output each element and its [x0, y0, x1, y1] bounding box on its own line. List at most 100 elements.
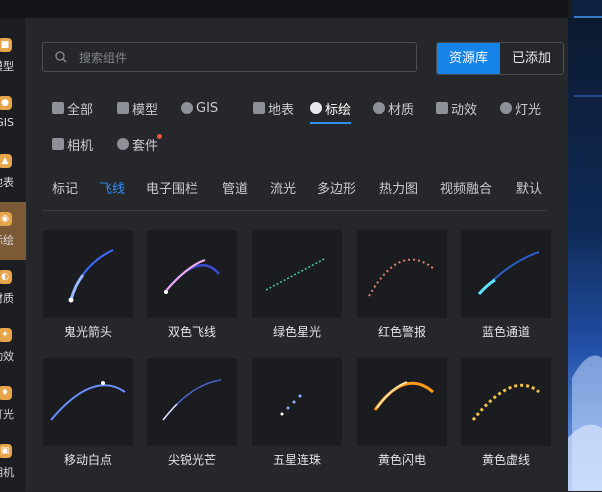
category-label: GIS: [196, 100, 219, 116]
asset-card[interactable]: 蓝色通道: [461, 230, 551, 354]
rail-item-plot[interactable]: ◉ 标绘: [0, 202, 26, 260]
category-light[interactable]: 灯光: [500, 98, 541, 118]
asset-card[interactable]: 鬼光箭头: [43, 230, 133, 354]
surface-icon: ▲: [0, 154, 12, 168]
asset-label: 鬼光箭头: [63, 325, 112, 339]
material-icon: [373, 102, 385, 114]
surface-icon: [253, 102, 265, 114]
asset-label: 移动白点: [63, 453, 112, 467]
subtab-default[interactable]: 默认: [516, 178, 542, 197]
category-label: 动效: [451, 102, 478, 118]
asset-card[interactable]: 双色飞线: [147, 230, 237, 354]
search-icon: [55, 51, 67, 63]
category-label: 相机: [67, 138, 94, 154]
category-label: 模型: [132, 102, 159, 118]
asset-card[interactable]: 黄色虚线: [461, 358, 551, 482]
rail-item-light[interactable]: ♦ 灯光: [0, 376, 26, 434]
category-camera[interactable]: 相机: [52, 134, 93, 154]
category-all[interactable]: 全部: [52, 98, 93, 118]
asset-label: 尖锐光芒: [167, 453, 216, 467]
subtab-fence[interactable]: 电子围栏: [146, 178, 198, 197]
search-input[interactable]: [77, 43, 401, 73]
asset-label: 五星连珠: [272, 453, 321, 467]
rail-label: GIS: [0, 116, 14, 129]
material-icon: ◐: [0, 270, 12, 284]
subtab-heatmap[interactable]: 热力图: [379, 178, 418, 197]
subtab-polygon[interactable]: 多边形: [317, 178, 356, 197]
asset-thumbnail: [357, 358, 447, 446]
asset-label: 黄色闪电: [377, 453, 426, 467]
gis-icon: ●: [0, 96, 12, 110]
rail-item-camera[interactable]: ▣ 相机: [0, 434, 26, 492]
model-icon: ■: [0, 38, 12, 52]
category-model[interactable]: 模型: [117, 98, 158, 118]
asset-card[interactable]: 五星连珠: [252, 358, 342, 482]
rail-item-surface[interactable]: ▲ 地表: [0, 144, 26, 202]
asset-label: 双色飞线: [167, 325, 216, 339]
category-kit[interactable]: 套件: [117, 134, 158, 154]
camera-icon: [52, 138, 64, 150]
star-icon: [436, 102, 448, 114]
asset-label: 黄色虚线: [481, 453, 530, 467]
asset-thumbnail: [252, 358, 342, 446]
light-icon: ♦: [0, 386, 12, 400]
rail-item-gis[interactable]: ● GIS: [0, 86, 26, 144]
category-plot[interactable]: 标绘: [310, 98, 352, 124]
new-badge: [157, 134, 162, 139]
component-panel: 资源库 已添加 全部 模型 GIS 地表 标绘 材质 动效 灯光 相机: [27, 18, 568, 491]
asset-thumbnail: [147, 230, 237, 318]
category-gis[interactable]: GIS: [181, 98, 218, 118]
effect-icon: ✦: [0, 328, 12, 342]
asset-thumbnail: [461, 230, 551, 318]
rail-label: 相机: [0, 466, 14, 479]
rail-label: 地表: [0, 176, 14, 189]
category-label: 灯光: [515, 102, 542, 118]
model-icon: [117, 102, 129, 114]
top-bar-dark: [0, 0, 568, 18]
category-label: 标绘: [325, 102, 352, 118]
asset-thumbnail: [147, 358, 237, 446]
camera-icon: ▣: [0, 444, 12, 458]
category-label: 材质: [388, 102, 415, 118]
category-label: 全部: [67, 102, 94, 118]
rail-label: 模型: [0, 60, 14, 73]
subtab-flyline[interactable]: 飞线: [99, 178, 125, 197]
asset-thumbnail: [461, 358, 551, 446]
asset-thumbnail: [252, 230, 342, 318]
subtab-marker[interactable]: 标记: [52, 178, 78, 197]
subtab-video-fusion[interactable]: 视频融合: [440, 178, 492, 197]
subtab-streamer[interactable]: 流光: [270, 178, 296, 197]
rail-item-effect[interactable]: ✦ 动效: [0, 318, 26, 376]
asset-card[interactable]: 尖锐光芒: [147, 358, 237, 482]
asset-card[interactable]: 移动白点: [43, 358, 133, 482]
category-effect[interactable]: 动效: [436, 98, 477, 118]
asset-label: 红色警报: [377, 325, 426, 339]
subtab-pipe[interactable]: 管道: [222, 178, 248, 197]
asset-card[interactable]: 红色警报: [357, 230, 447, 354]
rail-label: 材质: [0, 292, 14, 305]
rail-label: 标绘: [0, 234, 14, 247]
library-toggle: 资源库 已添加: [436, 42, 564, 75]
location-pin-icon: [310, 102, 322, 114]
bulb-icon: [500, 102, 512, 114]
asset-thumbnail: [357, 230, 447, 318]
tab-resource-library[interactable]: 资源库: [437, 43, 500, 74]
asset-card[interactable]: 绿色星光: [252, 230, 342, 354]
rail-label: 灯光: [0, 408, 14, 421]
rail-item-model[interactable]: ■ 模型: [0, 28, 26, 86]
category-surface[interactable]: 地表: [253, 98, 294, 118]
search-box[interactable]: [42, 42, 417, 73]
tab-added[interactable]: 已添加: [500, 43, 563, 74]
left-rail: ■ 模型 ● GIS ▲ 地表 ◉ 标绘 ◐ 材质 ✦ 动效 ♦ 灯光 ▣ 相机: [0, 18, 27, 491]
rail-label: 动效: [0, 350, 14, 363]
rail-item-material[interactable]: ◐ 材质: [0, 260, 26, 318]
asset-card[interactable]: 黄色闪电: [357, 358, 447, 482]
category-label: 地表: [268, 102, 295, 118]
asset-label: 蓝色通道: [481, 325, 530, 339]
asset-thumbnail: [43, 358, 133, 446]
asset-thumbnail: [43, 230, 133, 318]
subtab-bar: 标记 飞线 电子围栏 管道 流光 多边形 热力图 视频融合 默认: [42, 170, 547, 211]
category-material[interactable]: 材质: [373, 98, 414, 118]
globe-icon: [181, 102, 193, 114]
scene-preview: [568, 18, 602, 491]
